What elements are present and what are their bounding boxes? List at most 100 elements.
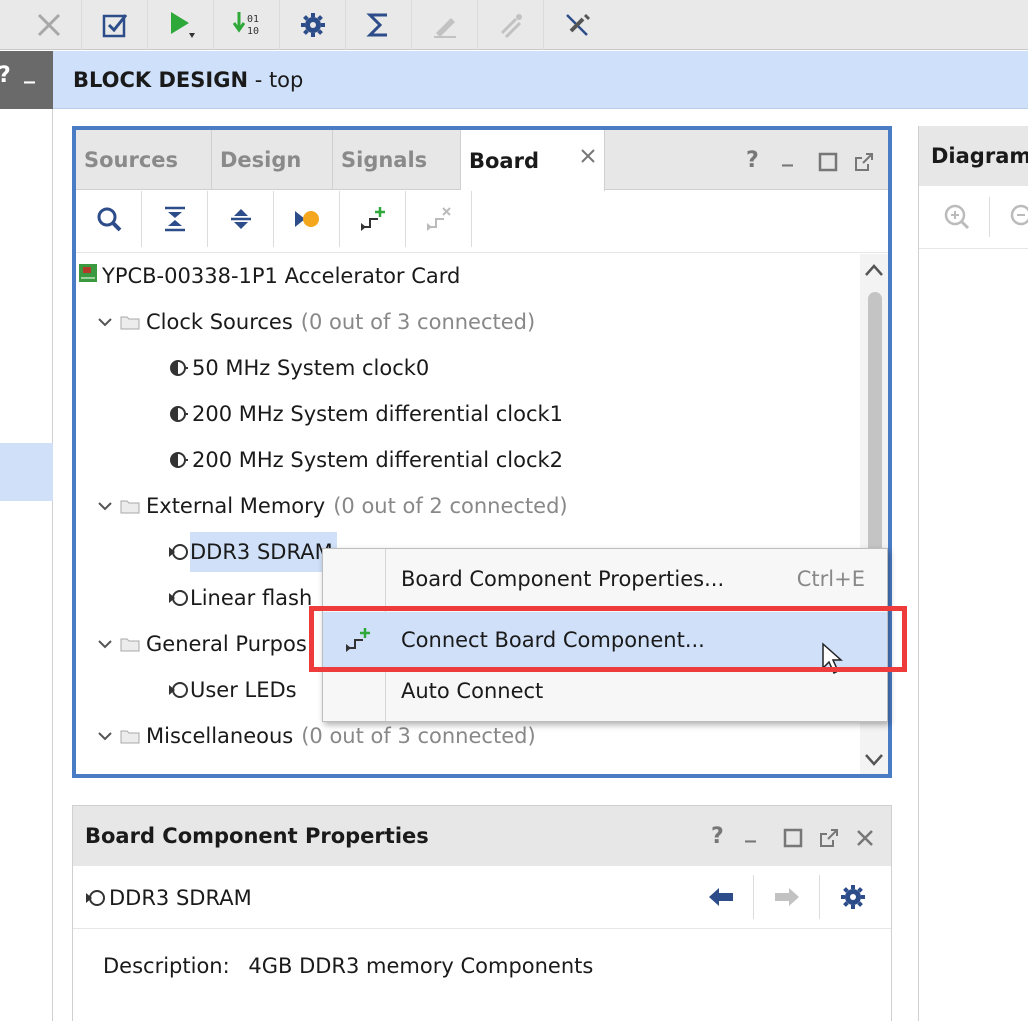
tab-diagram[interactable]: Diagram xyxy=(919,126,1028,186)
back-arrow-icon[interactable] xyxy=(707,885,735,914)
menu-item-shortcut: Ctrl+E xyxy=(796,567,865,591)
tree-item-ddr3-sdram[interactable]: DDR3 SDRAM xyxy=(168,532,337,572)
chevron-down-icon[interactable] xyxy=(94,633,116,655)
interface-icon xyxy=(86,889,105,906)
download-bitstream-icon[interactable]: 01 10 xyxy=(214,0,280,50)
float-window-icon[interactable] xyxy=(819,828,839,853)
description-value: 4GB DDR3 memory Components xyxy=(248,954,594,978)
auto-connect-icon[interactable] xyxy=(274,191,340,247)
interface-icon xyxy=(169,682,188,698)
chevron-down-icon[interactable] xyxy=(94,495,116,517)
zoom-out-icon[interactable] xyxy=(1009,203,1028,235)
maximize-icon[interactable] xyxy=(783,828,803,853)
tab-board[interactable]: Board xyxy=(461,130,605,191)
item-label: 200 MHz System differential clock2 xyxy=(192,448,564,472)
item-label: 200 MHz System differential clock1 xyxy=(192,402,564,426)
close-icon[interactable] xyxy=(855,828,875,853)
properties-minimize-button[interactable]: _ xyxy=(745,818,756,843)
chevron-down-icon[interactable] xyxy=(94,311,116,333)
scroll-up-icon[interactable] xyxy=(864,262,884,281)
validate-icon[interactable] xyxy=(82,0,148,50)
diagram-panel: Diagram xyxy=(918,126,1028,1021)
board-minimize-button[interactable]: _ xyxy=(782,142,793,167)
properties-help-button[interactable]: ? xyxy=(711,824,724,849)
group-label: General Purpo xyxy=(146,632,296,656)
tree-root[interactable]: YPCB-00338-1P1 Accelerator Card xyxy=(78,256,460,296)
properties-panel: Board Component Properties ? _ DDR3 SDRA… xyxy=(72,805,892,1022)
tree-item-linear-flash[interactable]: Linear flash xyxy=(168,578,312,618)
properties-component-row: DDR3 SDRAM xyxy=(73,867,891,929)
zoom-in-icon[interactable] xyxy=(943,203,971,235)
properties-title: Board Component Properties xyxy=(85,824,429,848)
chevron-down-icon[interactable] xyxy=(94,725,116,747)
properties-description: Description: 4GB DDR3 memory Components xyxy=(73,930,891,1022)
tab-board-label: Board xyxy=(469,148,539,173)
block-design-title-label: BLOCK DESIGN xyxy=(73,67,249,92)
properties-header: Board Component Properties ? _ xyxy=(73,806,891,866)
left-panel xyxy=(0,109,53,1021)
tab-design[interactable]: Design xyxy=(212,130,333,190)
svg-text:01: 01 xyxy=(247,14,259,25)
clock-interface-icon xyxy=(170,406,188,422)
group-label: Clock Sources xyxy=(146,310,293,334)
left-help-button[interactable]: ? xyxy=(0,63,11,88)
board-help-button[interactable]: ? xyxy=(746,148,759,173)
tree-root-label: YPCB-00338-1P1 Accelerator Card xyxy=(102,264,461,288)
tree-item-clock1[interactable]: 200 MHz System differential clock1 xyxy=(168,394,563,434)
group-label-tail: s xyxy=(295,632,307,656)
item-label: Linear flash xyxy=(190,586,313,610)
menu-item-label: Board Component Properties... xyxy=(401,567,725,591)
run-icon[interactable] xyxy=(148,0,214,50)
settings-gear-icon[interactable] xyxy=(280,0,346,50)
interface-icon xyxy=(169,590,188,606)
close-tab-icon[interactable] xyxy=(579,146,597,170)
group-status: (0 out of 3 connected) xyxy=(301,724,536,748)
tree-item-clock0[interactable]: 50 MHz System clock0 xyxy=(168,348,429,388)
folder-icon xyxy=(120,316,140,329)
probe-disabled-icon[interactable] xyxy=(478,0,544,50)
tab-signals[interactable]: Signals xyxy=(333,130,461,190)
float-window-icon[interactable] xyxy=(854,152,874,176)
tree-item-clock2[interactable]: 200 MHz System differential clock2 xyxy=(168,440,563,480)
tree-group-miscellaneous[interactable]: Miscellaneous (0 out of 3 connected) xyxy=(94,716,536,756)
tree-group-general-purpose[interactable]: General Purpo s xyxy=(94,624,307,664)
collapse-all-icon[interactable] xyxy=(142,191,208,247)
interface-icon xyxy=(169,544,188,560)
menu-item-label: Auto Connect xyxy=(401,679,544,703)
svg-text:10: 10 xyxy=(247,26,259,37)
disconnect-icon[interactable] xyxy=(544,0,610,50)
left-panel-selected-item[interactable] xyxy=(0,443,53,501)
expand-all-icon[interactable] xyxy=(208,191,274,247)
block-design-title-name: - top xyxy=(248,67,304,92)
folder-icon xyxy=(120,730,140,743)
debug-disabled-icon[interactable] xyxy=(412,0,478,50)
board-card-icon xyxy=(78,256,98,296)
disconnect-component-icon[interactable] xyxy=(406,191,472,247)
search-icon[interactable] xyxy=(76,191,142,247)
menu-item-board-component-properties[interactable]: Board Component Properties... Ctrl+E xyxy=(323,551,887,607)
clock-interface-icon xyxy=(170,360,188,376)
sigma-report-icon[interactable] xyxy=(346,0,412,50)
maximize-icon[interactable] xyxy=(818,152,838,176)
tree-group-clock-sources[interactable]: Clock Sources (0 out of 3 connected) xyxy=(94,302,535,342)
folder-icon xyxy=(120,500,140,513)
toolbar-divider xyxy=(989,197,990,237)
connect-component-icon[interactable] xyxy=(340,191,406,247)
forward-arrow-icon[interactable] xyxy=(773,885,801,914)
tree-group-external-memory[interactable]: External Memory (0 out of 2 connected) xyxy=(94,486,568,526)
description-label: Description: xyxy=(103,954,230,978)
item-label: DDR3 SDRAM xyxy=(190,532,337,572)
settings-gear-icon[interactable] xyxy=(839,883,867,916)
group-status: (0 out of 2 connected) xyxy=(333,494,568,518)
main-toolbar: 01 10 xyxy=(0,0,1028,50)
left-minimize-button[interactable]: _ xyxy=(24,59,35,84)
tab-sources[interactable]: Sources xyxy=(76,130,212,190)
folder-icon xyxy=(120,638,140,651)
diagram-toolbar xyxy=(919,187,1028,249)
tree-item-user-leds[interactable]: User LEDs xyxy=(168,670,297,710)
scroll-thumb[interactable] xyxy=(868,292,882,582)
close-icon[interactable] xyxy=(16,0,82,50)
board-panel-tabs: Sources Design Signals Board ? _ xyxy=(76,130,888,191)
scroll-down-icon[interactable] xyxy=(864,752,884,771)
item-label: User LEDs xyxy=(190,678,297,702)
